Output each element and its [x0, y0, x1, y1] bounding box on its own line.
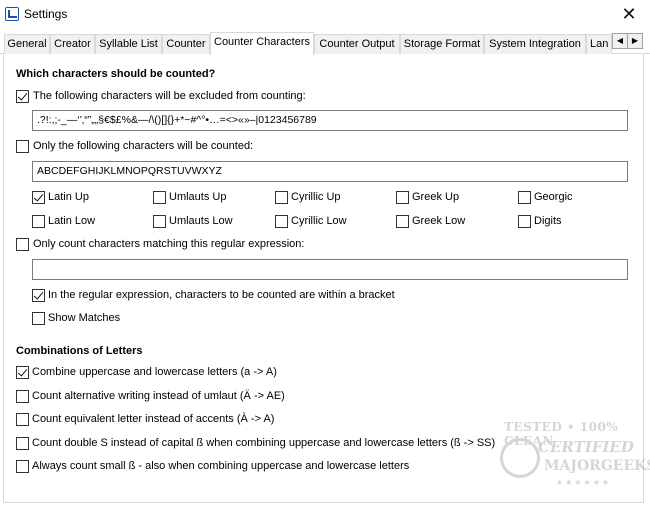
- small-sharp-s-label: Always count small ß - also when combini…: [32, 460, 410, 472]
- regex-label: Only count characters matching this regu…: [33, 238, 305, 250]
- cyrillic-low-label: Cyrillic Low: [291, 215, 347, 227]
- tab-system-integration[interactable]: System Integration: [484, 34, 586, 54]
- watermark-line2: CERTIFIED: [538, 438, 634, 456]
- tab-creator[interactable]: Creator: [50, 34, 95, 54]
- accents-checkbox[interactable]: [16, 413, 29, 426]
- double-s-checkbox[interactable]: [16, 437, 29, 450]
- umlauts-low-checkbox[interactable]: [153, 215, 166, 228]
- chevron-left-icon[interactable]: ◀: [612, 33, 628, 49]
- title-bar: Settings ✕: [0, 0, 650, 30]
- combine-case-checkbox[interactable]: [16, 366, 29, 379]
- greek-up-label: Greek Up: [412, 191, 460, 203]
- combine-case-label: Combine uppercase and lowercase letters …: [32, 366, 277, 378]
- umlaut-alt-checkbox[interactable]: [16, 390, 29, 403]
- latin-low-label: Latin Low: [48, 215, 96, 227]
- greek-low-checkbox[interactable]: [396, 215, 409, 228]
- tab-language[interactable]: Lan: [586, 34, 612, 54]
- section-heading-combinations: Combinations of Letters: [16, 345, 143, 357]
- exclude-label: The following characters will be exclude…: [33, 90, 306, 102]
- latin-low-checkbox[interactable]: [32, 215, 45, 228]
- latin-up-checkbox[interactable]: [32, 191, 45, 204]
- bracket-checkbox[interactable]: [32, 289, 45, 302]
- georgic-label: Georgic: [534, 191, 573, 203]
- umlauts-up-checkbox[interactable]: [153, 191, 166, 204]
- close-icon[interactable]: ✕: [618, 3, 640, 25]
- tab-counter-characters[interactable]: Counter Characters: [210, 32, 314, 55]
- georgic-checkbox[interactable]: [518, 191, 531, 204]
- umlauts-low-label: Umlauts Low: [169, 215, 233, 227]
- latin-up-label: Latin Up: [48, 191, 89, 203]
- cyrillic-up-label: Cyrillic Up: [291, 191, 341, 203]
- exclude-characters-input[interactable]: .?!:,;-_—‘’‚“”„„§€$£%&—/\()[]{}+*~#^°•…=…: [32, 110, 628, 131]
- tab-storage-format[interactable]: Storage Format: [400, 34, 484, 54]
- watermark-line4: ★★★★★★: [556, 478, 612, 487]
- cyrillic-low-checkbox[interactable]: [275, 215, 288, 228]
- digits-checkbox[interactable]: [518, 215, 531, 228]
- watermark-line3: MAJORGEEKS: [544, 458, 650, 474]
- section-heading-characters: Which characters should be counted?: [16, 68, 216, 80]
- only-characters-input[interactable]: ABCDEFGHIJKLMNOPQRSTUVWXYZ: [32, 161, 628, 182]
- greek-up-checkbox[interactable]: [396, 191, 409, 204]
- small-sharp-s-checkbox[interactable]: [16, 460, 29, 473]
- regex-input[interactable]: [32, 259, 628, 280]
- greek-low-label: Greek Low: [412, 215, 466, 227]
- chevron-right-icon[interactable]: ▶: [627, 33, 643, 49]
- only-checkbox[interactable]: [16, 140, 29, 153]
- seal-icon: [500, 438, 540, 478]
- bracket-label: In the regular expression, characters to…: [48, 289, 395, 301]
- only-label: Only the following characters will be co…: [33, 140, 254, 152]
- digits-label: Digits: [534, 215, 562, 227]
- cyrillic-up-checkbox[interactable]: [275, 191, 288, 204]
- tab-strip: General Creator Syllable List Counter Co…: [0, 32, 650, 55]
- tab-counter-output[interactable]: Counter Output: [314, 34, 400, 54]
- show-matches-checkbox[interactable]: [32, 312, 45, 325]
- double-s-label: Count double S instead of capital ß when…: [32, 437, 496, 449]
- show-matches-label: Show Matches: [48, 312, 121, 324]
- umlaut-alt-label: Count alternative writing instead of uml…: [32, 390, 285, 402]
- exclude-checkbox[interactable]: [16, 90, 29, 103]
- umlauts-up-label: Umlauts Up: [169, 191, 227, 203]
- tab-syllable-list[interactable]: Syllable List: [95, 34, 162, 54]
- regex-checkbox[interactable]: [16, 238, 29, 251]
- majorgeeks-watermark: TESTED • 100% CLEAN CERTIFIED MAJORGEEKS…: [500, 420, 650, 500]
- accents-label: Count equivalent letter instead of accen…: [32, 413, 275, 425]
- app-icon: [5, 7, 19, 21]
- tab-counter[interactable]: Counter: [162, 34, 210, 54]
- tab-general[interactable]: General: [4, 34, 50, 54]
- window-title: Settings: [24, 7, 68, 21]
